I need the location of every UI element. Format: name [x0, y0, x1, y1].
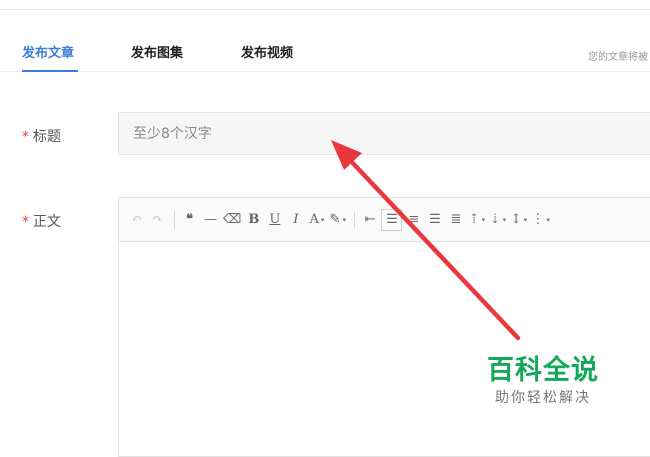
align-right-icon[interactable]: ☰: [425, 210, 444, 230]
eraser-icon[interactable]: ⌫: [222, 210, 242, 230]
spacing-before-icon: ⇡: [468, 212, 480, 227]
editor-toolbar: ↶ ↷ ❝ — ⌫ B U I A ▾ ✎ ▾ ⇤ ☰ ≡ ☰ ≣ ⇡ ▾ ⇣ ▾ ↕ ▾…: [119, 198, 650, 242]
spacing-after-icon: ⇣: [489, 212, 501, 227]
publish-tabs: 发布文章 发布图集 发布视频 您的文章将被: [0, 0, 650, 100]
highlight-icon: ✎: [329, 212, 341, 227]
title-input[interactable]: [118, 112, 650, 155]
watermark-subtitle: 助你轻松解决: [495, 390, 591, 406]
line-height-icon: ↕: [510, 212, 522, 227]
undo-icon[interactable]: ↶: [127, 210, 146, 230]
ordered-list-button[interactable]: ⋮ ▾: [530, 210, 551, 230]
underline-button[interactable]: U: [265, 210, 284, 230]
chevron-down-icon: ▾: [546, 215, 550, 224]
editor-content-area[interactable]: [119, 242, 650, 456]
title-label: * 标题: [22, 126, 61, 146]
line-height-button[interactable]: ↕ ▾: [509, 210, 528, 230]
indent-icon[interactable]: ⇤: [360, 210, 379, 230]
align-justify-icon[interactable]: ≣: [446, 210, 465, 230]
tab-publish-gallery[interactable]: 发布图集: [131, 42, 183, 61]
chevron-down-icon: ▾: [320, 215, 325, 224]
chevron-down-icon: ▾: [481, 215, 486, 224]
italic-button[interactable]: I: [286, 210, 305, 230]
ordered-list-icon: ⋮: [531, 212, 545, 227]
horizontal-rule-icon[interactable]: —: [201, 210, 220, 230]
required-mark: *: [22, 214, 29, 230]
spacing-after-button[interactable]: ⇣ ▾: [488, 210, 507, 230]
align-center-icon[interactable]: ≡: [404, 210, 423, 230]
toolbar-divider: [354, 210, 356, 229]
body-label-text: 正文: [33, 214, 61, 230]
align-left-icon[interactable]: ☰: [381, 208, 403, 231]
spacing-before-button[interactable]: ⇡ ▾: [467, 210, 486, 230]
title-label-text: 标题: [33, 129, 61, 145]
required-mark: *: [22, 129, 29, 145]
tab-publish-article[interactable]: 发布文章: [22, 42, 74, 61]
rich-text-editor: ↶ ↷ ❝ — ⌫ B U I A ▾ ✎ ▾ ⇤ ☰ ≡ ☰ ≣ ⇡ ▾ ⇣ ▾ ↕ ▾…: [118, 197, 650, 457]
tab-publish-video[interactable]: 发布视频: [241, 42, 293, 61]
blockquote-icon[interactable]: ❝: [180, 210, 199, 230]
chevron-down-icon: ▾: [342, 215, 347, 224]
font-color-button[interactable]: A ▾: [307, 210, 326, 230]
chevron-down-icon: ▾: [523, 215, 528, 224]
publish-hint-text: 您的文章将被: [588, 52, 648, 63]
watermark-title: 百科全说: [487, 355, 599, 386]
baike-watermark: 百科全说 助你轻松解决: [478, 354, 608, 408]
redo-icon[interactable]: ↷: [148, 210, 167, 230]
font-color-icon: A: [309, 212, 319, 227]
chevron-down-icon: ▾: [502, 215, 507, 224]
toolbar-divider: [174, 210, 175, 229]
active-tab-indicator: [22, 70, 78, 72]
highlight-button[interactable]: ✎ ▾: [328, 210, 347, 230]
bold-button[interactable]: B: [244, 210, 263, 230]
tabs-divider: [0, 71, 650, 72]
body-label: * 正文: [22, 211, 61, 231]
